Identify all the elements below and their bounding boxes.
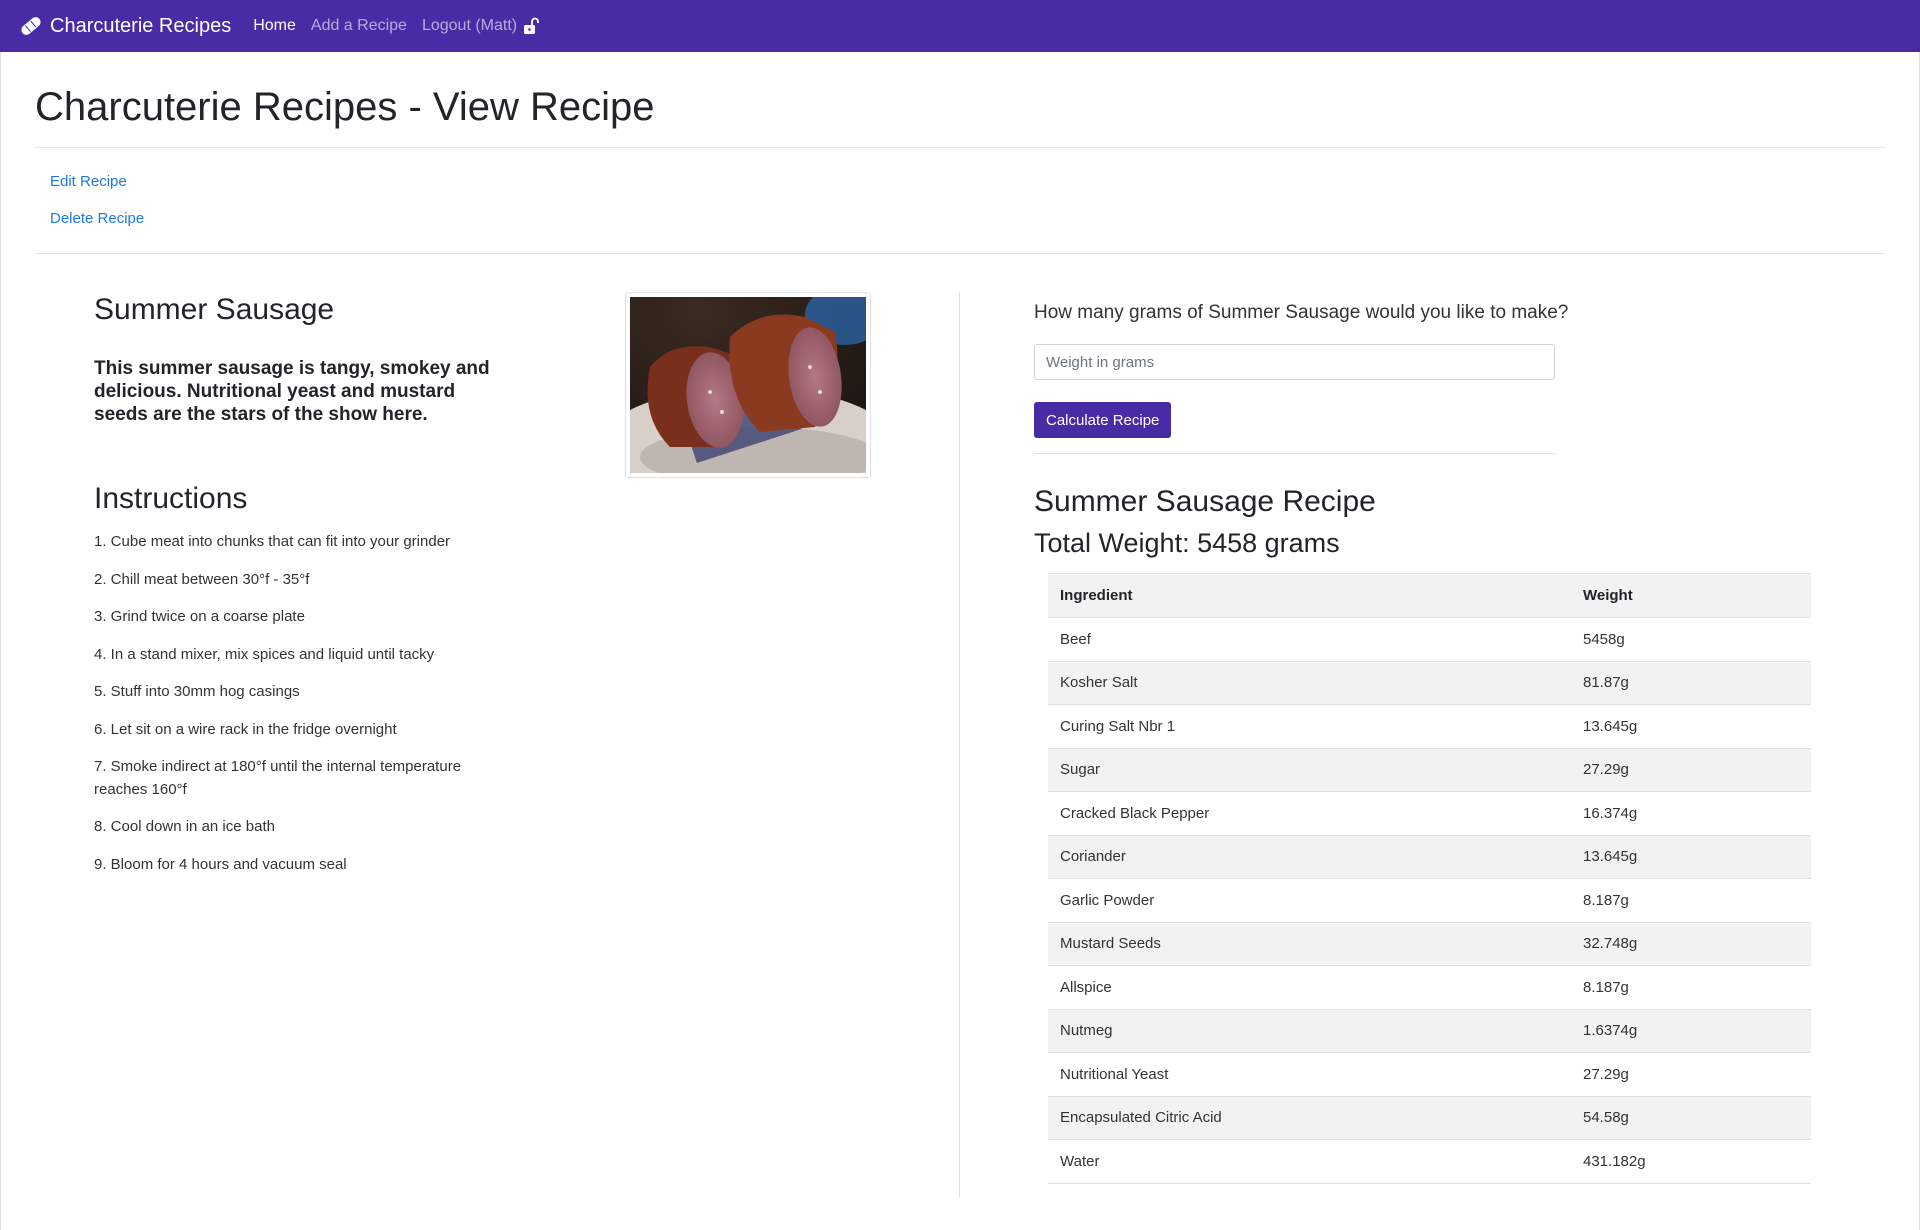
ingredient-name-cell: Garlic Powder [1048, 878, 1571, 923]
table-row: Sugar 27.29g [1048, 748, 1811, 792]
ingredient-weight-cell: 32.748g [1571, 922, 1811, 966]
weight-input[interactable] [1034, 344, 1555, 380]
ingredient-weight-cell: 8.187g [1571, 965, 1811, 1010]
nav-add-recipe[interactable]: Add a Recipe [311, 17, 407, 35]
table-row: Mustard Seeds 32.748g [1048, 922, 1811, 966]
instruction-item: 8. Cool down in an ice bath [94, 818, 275, 835]
ingredient-weight-cell: 431.182g [1571, 1139, 1811, 1184]
ingredient-name-cell: Coriander [1048, 835, 1571, 879]
form-divider [1034, 453, 1555, 454]
recipe-photo-frame [625, 292, 871, 478]
ingredient-weight-cell: 8.187g [1571, 878, 1811, 923]
header-weight: Weight [1571, 573, 1811, 618]
instruction-item: 5. Stuff into 30mm hog casings [94, 683, 300, 700]
table-row: Garlic Powder 8.187g [1048, 878, 1811, 923]
ingredient-name-cell: Beef [1048, 617, 1571, 662]
page-border-left [0, 52, 1, 1230]
table-header-row: Ingredient Weight [1048, 573, 1811, 618]
instruction-item: 1. Cube meat into chunks that can fit in… [94, 533, 451, 550]
table-row: Allspice 8.187g [1048, 965, 1811, 1010]
instruction-item: 6. Let sit on a wire rack in the fridge … [94, 721, 397, 738]
ingredient-name-cell: Mustard Seeds [1048, 922, 1571, 966]
table-row: Coriander 13.645g [1048, 835, 1811, 879]
edit-recipe-link[interactable]: Edit Recipe [50, 173, 127, 190]
delete-recipe-link[interactable]: Delete Recipe [50, 210, 144, 227]
header-ingredient: Ingredient [1048, 573, 1571, 618]
ingredient-weight-cell: 27.29g [1571, 1052, 1811, 1097]
ingredient-weight-cell: 1.6374g [1571, 1009, 1811, 1053]
unlock-icon [524, 17, 540, 34]
table-row: Water 431.182g [1048, 1139, 1811, 1184]
table-row: Curing Salt Nbr 1 13.645g [1048, 704, 1811, 749]
ingredient-weight-cell: 16.374g [1571, 791, 1811, 836]
ingredient-name-cell: Kosher Salt [1048, 661, 1571, 705]
ingredient-name-cell: Cracked Black Pepper [1048, 791, 1571, 836]
actions-divider [35, 253, 1885, 254]
ingredient-name-cell: Allspice [1048, 965, 1571, 1010]
brand-link[interactable]: Charcuterie Recipes [18, 13, 231, 39]
table-row: Encapsulated Citric Acid 54.58g [1048, 1096, 1811, 1140]
ingredient-name-cell: Encapsulated Citric Acid [1048, 1096, 1571, 1140]
table-row: Kosher Salt 81.87g [1048, 661, 1811, 705]
table-row: Beef 5458g [1048, 617, 1811, 662]
navbar: Charcuterie Recipes Home Add a Recipe Lo… [0, 0, 1920, 52]
table-row: Cracked Black Pepper 16.374g [1048, 791, 1811, 836]
ingredient-table: Ingredient Weight Beef 5458g Kosher Salt 81… [1048, 573, 1811, 1184]
ingredient-weight-cell: 13.645g [1571, 835, 1811, 879]
ingredient-table-body: Beef 5458g Kosher Salt 81.87g Curing Salt Nb… [1048, 617, 1811, 1184]
ingredient-name-cell: Curing Salt Nbr 1 [1048, 704, 1571, 749]
recipe-photo [630, 297, 866, 473]
instructions-title: Instructions [94, 482, 248, 515]
instruction-item: 4. In a stand mixer, mix spices and liqu… [94, 646, 435, 663]
nav-home[interactable]: Home [253, 17, 296, 35]
recipe-name: Summer Sausage [94, 293, 335, 326]
instruction-item: 3. Grind twice on a coarse plate [94, 608, 305, 625]
instruction-item: 7. Smoke indirect at 180°f until the int… [94, 758, 462, 798]
table-row: Nutmeg 1.6374g [1048, 1009, 1811, 1053]
brand-label: Charcuterie Recipes [50, 14, 232, 37]
ingredient-weight-cell: 81.87g [1571, 661, 1811, 705]
title-divider [35, 147, 1885, 148]
ingredient-weight-cell: 54.58g [1571, 1096, 1811, 1140]
sausage-icon [21, 17, 41, 35]
ingredient-name-cell: Nutmeg [1048, 1009, 1571, 1053]
page-title: Charcuterie Recipes - View Recipe [35, 85, 655, 129]
ingredient-weight-cell: 13.645g [1571, 704, 1811, 749]
instruction-item: 9. Bloom for 4 hours and vacuum seal [94, 856, 347, 873]
table-row: Nutritional Yeast 27.29g [1048, 1052, 1811, 1097]
nav-logout[interactable]: Logout (Matt) [421, 17, 540, 35]
calculate-recipe-button[interactable]: Calculate Recipe [1034, 402, 1172, 438]
column-divider [959, 292, 960, 1198]
ingredient-weight-cell: 27.29g [1571, 748, 1811, 792]
weight-question-label: How many grams of Summer Sausage would y… [1034, 302, 1569, 323]
result-title: Summer Sausage Recipe [1034, 485, 1376, 518]
ingredient-name-cell: Nutritional Yeast [1048, 1052, 1571, 1097]
recipe-description: This summer sausage is tangy, smokey and… [94, 358, 490, 425]
ingredient-name-cell: Water [1048, 1139, 1571, 1184]
nav-logout-label: Logout (Matt) [421, 17, 518, 34]
ingredient-name-cell: Sugar [1048, 748, 1571, 792]
ingredient-weight-cell: 5458g [1571, 617, 1811, 662]
instruction-item: 2. Chill meat between 30°f - 35°f [94, 571, 310, 588]
total-weight: Total Weight: 5458 grams [1034, 528, 1340, 558]
